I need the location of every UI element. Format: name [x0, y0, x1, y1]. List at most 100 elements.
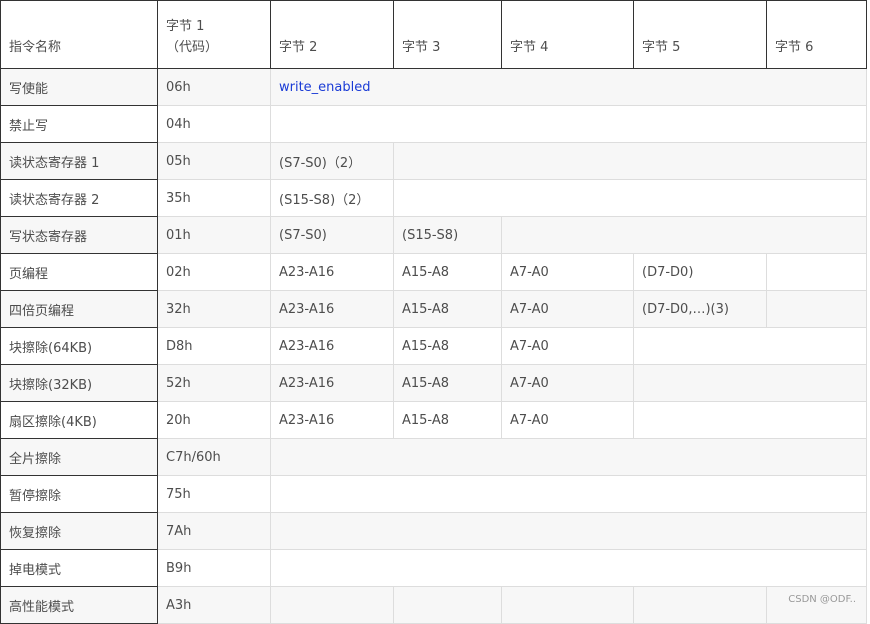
table-row: 读状态寄存器 1 05h (S7-S0)（2）	[0, 142, 867, 180]
cell-byte3: A15-A8	[393, 290, 502, 328]
cell-code: 32h	[157, 290, 271, 328]
header-byte2: 字节 2	[270, 0, 394, 69]
table-row: 块擦除(32KB) 52h A23-A16 A15-A8 A7-A0	[0, 364, 867, 402]
cell-byte4: A7-A0	[501, 327, 634, 365]
cell-code: 20h	[157, 401, 271, 439]
cell-byte3: A15-A8	[393, 327, 502, 365]
cell-byte2: A23-A16	[270, 327, 394, 365]
header-instruction-name: 指令名称	[0, 0, 158, 69]
cell-instruction-name: 块擦除(32KB)	[0, 364, 158, 402]
cell-byte3	[393, 142, 867, 180]
cell-instruction-name: 全片擦除	[0, 438, 158, 476]
header-byte1-line2: （代码）	[166, 40, 219, 55]
cell-instruction-name: 恢复擦除	[0, 512, 158, 550]
cell-byte2	[270, 586, 394, 624]
cell-instruction-name: 掉电模式	[0, 549, 158, 587]
cell-instruction-name: 页编程	[0, 253, 158, 291]
header-byte4: 字节 4	[501, 0, 634, 69]
cell-instruction-name: 禁止写	[0, 105, 158, 143]
cell-code: 04h	[157, 105, 271, 143]
cell-byte5: (D7-D0,…)(3)	[633, 290, 767, 328]
cell-instruction-name: 暂停擦除	[0, 475, 158, 513]
cell-instruction-name: 读状态寄存器 2	[0, 179, 158, 217]
cell-instruction-name: 读状态寄存器 1	[0, 142, 158, 180]
cell-byte2	[270, 475, 867, 513]
table-row: 四倍页编程 32h A23-A16 A15-A8 A7-A0 (D7-D0,…)…	[0, 290, 867, 328]
csdn-watermark: CSDN @ODF..	[788, 594, 856, 605]
cell-byte4: A7-A0	[501, 290, 634, 328]
cell-byte2	[270, 549, 867, 587]
table-row: 读状态寄存器 2 35h (S15-S8)（2）	[0, 179, 867, 217]
cell-byte5	[633, 364, 867, 402]
cell-byte3: (S15-S8)	[393, 216, 502, 254]
cell-byte3: A15-A8	[393, 364, 502, 402]
cell-byte6	[766, 290, 867, 328]
cell-byte3: A15-A8	[393, 253, 502, 291]
cell-byte3	[393, 179, 867, 217]
table-row: 全片擦除 C7h/60h	[0, 438, 867, 476]
cell-code: 01h	[157, 216, 271, 254]
cell-byte2	[270, 512, 867, 550]
table-row: 高性能模式 A3h	[0, 586, 867, 624]
cell-code: 05h	[157, 142, 271, 180]
table-row: 写状态寄存器 01h (S7-S0) (S15-S8)	[0, 216, 867, 254]
cell-byte2: (S15-S8)（2）	[270, 179, 394, 217]
header-row: 指令名称 字节 1 （代码） 字节 2 字节 3 字节 4 字节 5 字节 6	[0, 0, 867, 69]
instruction-table: 指令名称 字节 1 （代码） 字节 2 字节 3 字节 4 字节 5 字节 6 …	[0, 0, 867, 624]
cell-code: 52h	[157, 364, 271, 402]
cell-code: 06h	[157, 68, 271, 106]
cell-byte2: A23-A16	[270, 290, 394, 328]
table-row: 恢复擦除 7Ah	[0, 512, 867, 550]
cell-byte2: (S7-S0)	[270, 216, 394, 254]
cell-byte2: A23-A16	[270, 364, 394, 402]
write-enabled-link[interactable]: write_enabled	[279, 80, 371, 95]
cell-byte4: A7-A0	[501, 364, 634, 402]
cell-code: B9h	[157, 549, 271, 587]
cell-byte2: (S7-S0)（2）	[270, 142, 394, 180]
cell-byte2	[270, 105, 867, 143]
cell-byte5	[633, 586, 767, 624]
cell-byte4: A7-A0	[501, 253, 634, 291]
cell-code: 7Ah	[157, 512, 271, 550]
cell-byte5	[633, 327, 867, 365]
table-row: 暂停擦除 75h	[0, 475, 867, 513]
cell-byte5	[633, 401, 867, 439]
cell-instruction-name: 写状态寄存器	[0, 216, 158, 254]
table-row: 写使能 06h write_enabled	[0, 68, 867, 106]
cell-byte3: A15-A8	[393, 401, 502, 439]
cell-code: 02h	[157, 253, 271, 291]
cell-byte6	[766, 253, 867, 291]
table-header: 指令名称 字节 1 （代码） 字节 2 字节 3 字节 4 字节 5 字节 6	[0, 0, 867, 69]
header-byte3: 字节 3	[393, 0, 502, 69]
cell-instruction-name: 扇区擦除(4KB)	[0, 401, 158, 439]
cell-instruction-name: 高性能模式	[0, 586, 158, 624]
table-row: 禁止写 04h	[0, 105, 867, 143]
cell-byte3	[393, 586, 502, 624]
cell-code: C7h/60h	[157, 438, 271, 476]
cell-byte4	[501, 586, 634, 624]
header-byte5: 字节 5	[633, 0, 767, 69]
table-row: 页编程 02h A23-A16 A15-A8 A7-A0 (D7-D0)	[0, 253, 867, 291]
header-byte1: 字节 1 （代码）	[157, 0, 271, 69]
cell-byte2	[270, 438, 867, 476]
table-row: 掉电模式 B9h	[0, 549, 867, 587]
cell-instruction-name: 四倍页编程	[0, 290, 158, 328]
cell-instruction-name: 块擦除(64KB)	[0, 327, 158, 365]
cell-code: A3h	[157, 586, 271, 624]
table-row: 扇区擦除(4KB) 20h A23-A16 A15-A8 A7-A0	[0, 401, 867, 439]
cell-code: 75h	[157, 475, 271, 513]
cell-byte6	[766, 586, 867, 624]
header-byte6: 字节 6	[766, 0, 867, 69]
cell-instruction-name: 写使能	[0, 68, 158, 106]
cell-byte2: A23-A16	[270, 253, 394, 291]
table-body: 写使能 06h write_enabled 禁止写 04h 读状态寄存器 1 0…	[0, 68, 867, 624]
header-byte1-line1: 字节 1	[166, 19, 205, 34]
cell-byte4	[501, 216, 867, 254]
cell-byte4: A7-A0	[501, 401, 634, 439]
cell-code: D8h	[157, 327, 271, 365]
table-row: 块擦除(64KB) D8h A23-A16 A15-A8 A7-A0	[0, 327, 867, 365]
cell-code: 35h	[157, 179, 271, 217]
cell-byte2: write_enabled	[270, 68, 867, 106]
cell-byte5: (D7-D0)	[633, 253, 767, 291]
cell-byte2: A23-A16	[270, 401, 394, 439]
